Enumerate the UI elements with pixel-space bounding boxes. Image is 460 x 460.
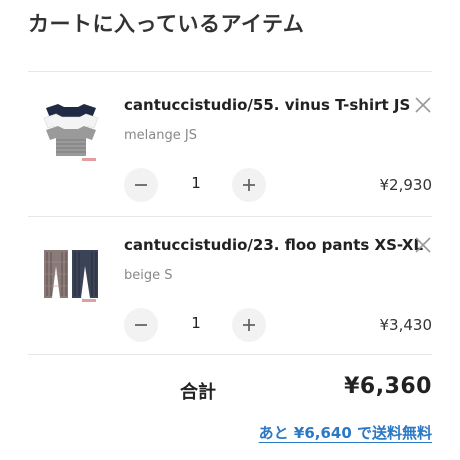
item-variant: melange JS (124, 128, 197, 143)
item-variant: beige S (124, 268, 173, 283)
product-thumbnail[interactable] (38, 238, 104, 304)
minus-icon (135, 324, 147, 326)
cart-item: cantuccistudio/23. floo pants XS-XL beig… (28, 218, 432, 356)
increase-quantity-button[interactable] (232, 308, 266, 342)
plus-icon (243, 319, 255, 331)
free-shipping-link[interactable]: あと ¥6,640 で送料無料 (259, 422, 432, 443)
total-label: 合計 (180, 382, 216, 403)
remove-item-button[interactable] (414, 236, 432, 254)
remove-item-button[interactable] (414, 96, 432, 114)
quantity-value: 1 (191, 314, 201, 332)
page-title: カートに入っているアイテム (28, 12, 305, 36)
minus-icon (135, 184, 147, 186)
decrease-quantity-button[interactable] (124, 308, 158, 342)
cart-item: cantuccistudio/55. vinus T-shirt JS mela… (28, 78, 432, 216)
close-icon (415, 237, 431, 253)
increase-quantity-button[interactable] (232, 168, 266, 202)
total-value: ¥6,360 (344, 374, 432, 399)
divider (28, 354, 432, 355)
quantity-value: 1 (191, 174, 201, 192)
item-name[interactable]: cantuccistudio/23. floo pants XS-XL (124, 236, 423, 254)
item-price: ¥3,430 (379, 316, 433, 334)
divider (28, 71, 432, 72)
divider (28, 216, 432, 217)
plus-icon (243, 179, 255, 191)
item-price: ¥2,930 (379, 176, 433, 194)
close-icon (415, 97, 431, 113)
item-name[interactable]: cantuccistudio/55. vinus T-shirt JS (124, 96, 410, 114)
decrease-quantity-button[interactable] (124, 168, 158, 202)
product-thumbnail[interactable] (38, 98, 104, 164)
